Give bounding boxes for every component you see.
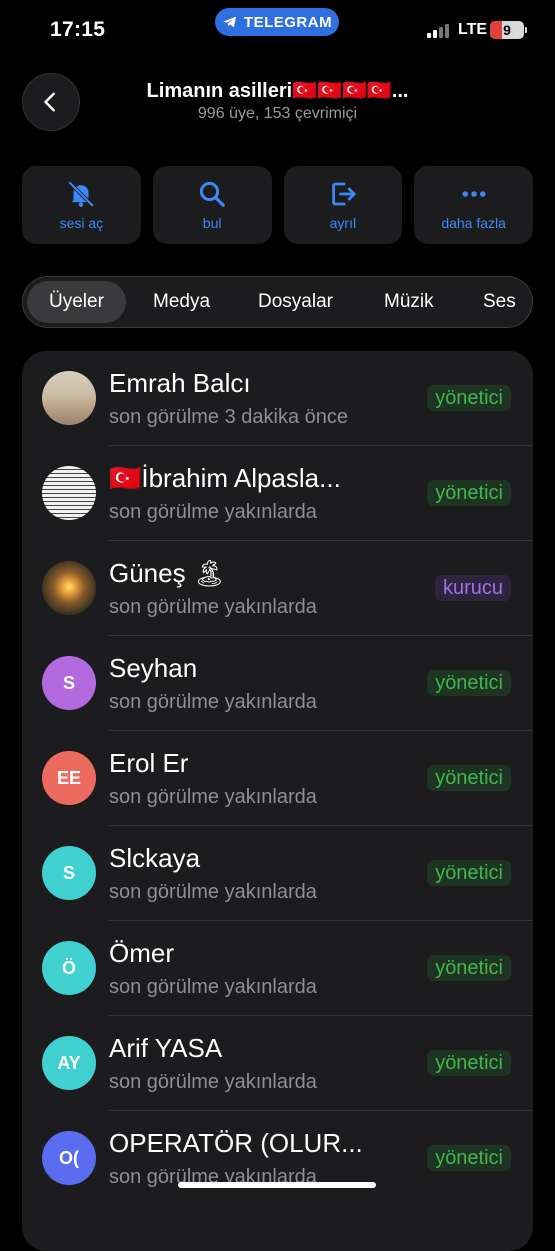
member-name: Ömer <box>109 938 174 968</box>
member-row[interactable]: S Seyhan son görülme yakınlarda yönetici <box>22 636 533 731</box>
search-label: bul <box>202 215 222 231</box>
avatar: Ö <box>42 941 96 995</box>
member-status: son görülme yakınlarda <box>109 881 317 903</box>
avatar-initials: EE <box>56 767 81 788</box>
member-name: Emrah Balcı <box>109 368 251 398</box>
battery-level: 9 <box>503 22 511 38</box>
member-name: OPERATÖR (OLUR... <box>109 1128 363 1158</box>
telegram-pill[interactable]: TELEGRAM <box>215 8 339 36</box>
avatar: S <box>42 846 96 900</box>
back-button[interactable] <box>22 73 80 131</box>
avatar <box>42 561 96 615</box>
member-row[interactable]: Ö Ömer son görülme yakınlarda yönetici <box>22 921 533 1016</box>
avatar: O( <box>42 1131 96 1185</box>
tab-media[interactable]: Medya <box>153 281 210 323</box>
member-name: Arif YASA <box>109 1033 223 1063</box>
tab-members[interactable]: Üyeler <box>27 281 126 323</box>
member-name: Slckaya <box>109 843 201 873</box>
more-label: daha fazla <box>441 215 506 231</box>
member-name: 🇹🇷İbrahim Alpasla... <box>109 463 341 493</box>
home-indicator[interactable] <box>178 1182 376 1188</box>
search-button[interactable]: bul <box>152 166 272 244</box>
role-badge: yönetici <box>427 385 511 411</box>
mute-label: sesi aç <box>59 215 104 231</box>
member-row[interactable]: O(OPERATÖR (OLUR... son görülme yakınlard… <box>22 1111 533 1206</box>
role-badge: kurucu <box>434 575 511 601</box>
telegram-icon <box>223 16 236 28</box>
avatar-initials: S <box>62 672 75 693</box>
member-row[interactable]: Emrah Balcı son görülme 3 dakika önce yöne… <box>22 351 533 446</box>
role-badge: yönetici <box>427 1050 511 1076</box>
action-bar: sesi aç bul ayrıl daha fazla <box>22 166 533 244</box>
battery-tip <box>525 27 527 33</box>
signal-icon <box>427 24 449 38</box>
more-button[interactable]: daha fazla <box>414 166 533 244</box>
member-status: son görülme yakınlarda <box>109 501 317 523</box>
status-bar: 17:15 TELEGRAM LTE 9 <box>0 0 555 60</box>
status-time: 17:15 <box>50 18 106 41</box>
member-row[interactable]: S Slckaya son görülme yakınlarda yönetici <box>22 826 533 921</box>
leave-icon <box>332 182 356 206</box>
group-subtitle: 996 üye, 153 çevrimiçi <box>197 105 358 122</box>
more-icon <box>462 191 486 197</box>
member-status: son görülme yakınlarda <box>109 1071 317 1093</box>
network-type: LTE <box>458 21 488 38</box>
group-title[interactable]: Limanın asilleri🇹🇷🇹🇷🇹🇷🇹🇷... <box>100 78 455 103</box>
role-badge: yönetici <box>427 860 511 886</box>
avatar: EE <box>42 751 96 805</box>
members-list: Emrah Balcı son görülme 3 dakika önce yöne… <box>22 351 533 1251</box>
avatar: S <box>42 656 96 710</box>
member-row[interactable]: Güneş 🏝 son görülme yakınlarda kurucu <box>22 541 533 636</box>
avatar-initials: S <box>62 862 75 883</box>
member-status: son görülme yakınlarda <box>109 691 317 713</box>
role-badge: yönetici <box>427 765 511 791</box>
tab-files[interactable]: Dosyalar <box>258 281 333 323</box>
bell-slash-icon <box>68 181 94 207</box>
role-badge: yönetici <box>427 480 511 506</box>
member-status: son görülme yakınlarda <box>109 976 317 998</box>
avatar <box>42 371 96 425</box>
avatar <box>42 466 96 520</box>
member-name: Güneş 🏝 <box>109 558 226 588</box>
role-badge: yönetici <box>427 955 511 981</box>
media-tabs: Üyeler Medya Dosyalar Müzik Ses <box>22 276 533 328</box>
member-status: son görülme 3 dakika önce <box>109 406 349 428</box>
leave-button[interactable]: ayrıl <box>283 166 403 244</box>
chevron-left-icon <box>44 92 55 112</box>
member-row[interactable]: EE Erol Er son görülme yakınlarda yönetici <box>22 731 533 826</box>
member-status: son görülme yakınlarda <box>109 786 317 808</box>
avatar-initials: Ö <box>61 957 76 978</box>
role-badge: yönetici <box>427 670 511 696</box>
role-badge: yönetici <box>427 1145 511 1171</box>
tab-voice[interactable]: Ses <box>483 281 516 323</box>
member-row[interactable]: AY Arif YASA son görülme yakınlarda yönetic… <box>22 1016 533 1111</box>
avatar-initials: AY <box>57 1052 81 1073</box>
member-name: Seyhan <box>109 653 198 683</box>
member-row[interactable]: 🇹🇷İbrahim Alpasla... son görülme yakınlar… <box>22 446 533 541</box>
tab-music[interactable]: Müzik <box>384 281 434 323</box>
member-name: Erol Er <box>109 748 189 778</box>
battery-icon: 9 <box>490 21 524 39</box>
avatar: AY <box>42 1036 96 1090</box>
member-status: son görülme yakınlarda <box>109 596 317 618</box>
search-icon <box>200 181 225 207</box>
leave-label: ayrıl <box>329 215 357 231</box>
mute-button[interactable]: sesi aç <box>22 166 141 244</box>
avatar-initials: O( <box>59 1147 79 1168</box>
app-pill-label: TELEGRAM <box>243 13 333 31</box>
